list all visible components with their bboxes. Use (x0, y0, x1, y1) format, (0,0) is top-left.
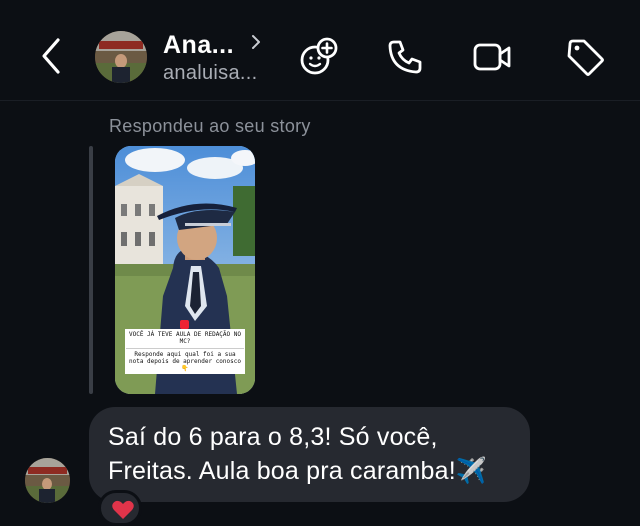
contact-name[interactable]: Ana... (163, 31, 234, 60)
story-caption: VOCÊ JÁ TEVE AULA DE REDAÇÃO NO MC? Resp… (125, 329, 245, 374)
reply-label: Respondeu ao seu story (109, 116, 311, 136)
tag-icon[interactable] (565, 37, 605, 77)
contact-handle[interactable]: analuisa... (163, 62, 257, 85)
flag-emoji-icon (180, 320, 189, 329)
reply-quote-bar (89, 146, 93, 394)
chat-header: Ana... analuisa... (0, 0, 640, 101)
chevron-right-icon[interactable] (249, 31, 263, 53)
story-subtitle: Responde aqui qual foi a sua nota depois… (129, 351, 241, 372)
avatar[interactable] (95, 31, 147, 83)
reaction-badge[interactable] (98, 490, 142, 526)
back-chevron-icon[interactable] (36, 34, 66, 78)
sticker-plus-icon[interactable] (298, 37, 338, 77)
message-line: Freitas. Aula boa pra caramba!✈️ (108, 457, 488, 485)
sender-avatar[interactable] (25, 458, 70, 503)
phone-icon[interactable] (385, 37, 425, 77)
story-question: VOCÊ JÁ TEVE AULA DE REDAÇÃO NO MC? (126, 331, 244, 349)
message-line: Saí do 6 para o 8,3! Só você, (108, 423, 438, 451)
message-text: Saí do 6 para o 8,3! Só você, Freitas. A… (108, 420, 528, 488)
video-camera-icon[interactable] (472, 37, 512, 77)
